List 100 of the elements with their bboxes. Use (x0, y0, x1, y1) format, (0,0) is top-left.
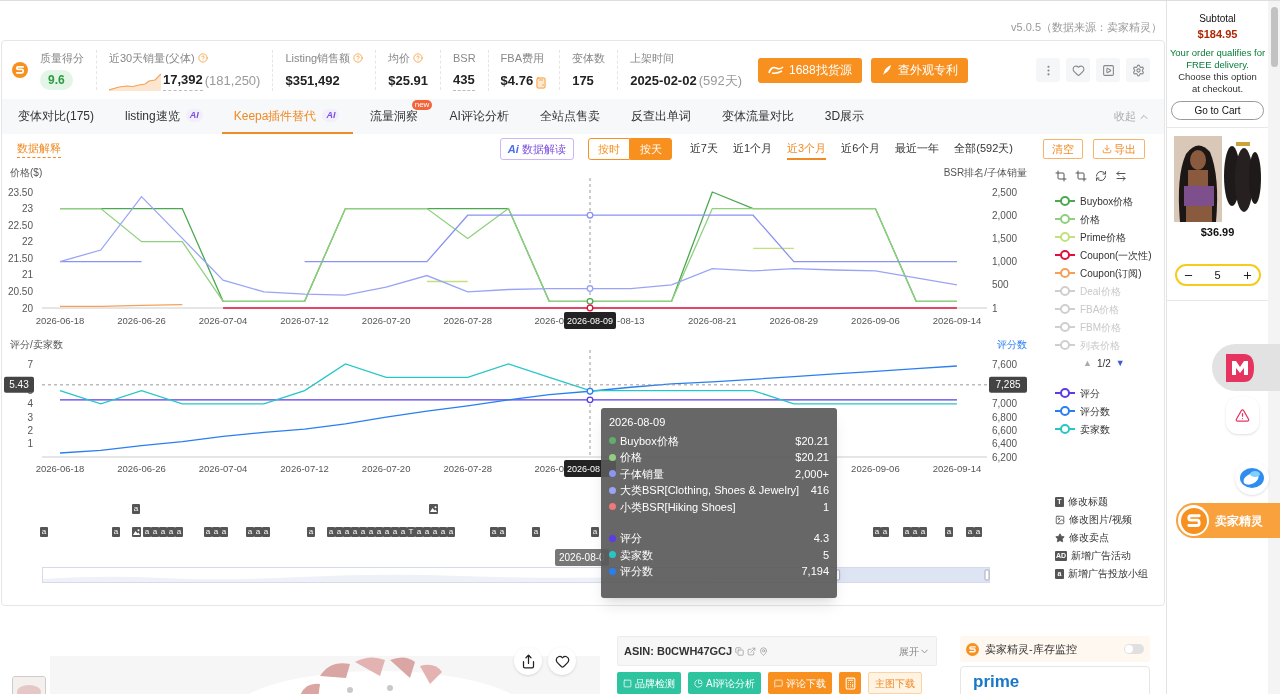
axis-pointer-label: 7,285 (989, 376, 1027, 393)
axis-tick-label: 1 (992, 302, 998, 314)
ai-badge: AI (322, 108, 340, 123)
axis-tick-label: 2026-07-04 (198, 315, 248, 326)
free-delivery-note: Your order qualifies for FREE delivery. (1168, 46, 1267, 71)
quantity-value: 5 (1214, 267, 1221, 283)
axis-tick-label: 3 (27, 411, 33, 423)
axis-title: 价格($) (10, 167, 43, 178)
metric-value: 175 (572, 71, 594, 90)
axis-tick-label: 6,400 (992, 438, 1018, 450)
metric-label: Listing销售额 (285, 51, 351, 66)
axis-tick-label: 2026-06-26 (117, 463, 166, 474)
axis-title: BSR排名/子体销量 (943, 167, 1027, 178)
axis-tick-label: 2026-09-14 (932, 315, 982, 326)
tooltip-label: 评分数 (620, 564, 653, 579)
metric-value: 17,392 (163, 70, 203, 91)
monitor-title: 卖家精灵-库存监控 (985, 641, 1077, 657)
axis-tick-label: 21 (21, 269, 33, 281)
metric-label: 上架时间 (630, 51, 675, 66)
prime-logo: prime (973, 672, 1020, 691)
tooltip-value: 416 (810, 483, 829, 498)
axis-tick-label: 20 (21, 302, 33, 314)
event-type-label: 修改图片/视频 (1069, 513, 1132, 527)
tooltip-value: 7,194 (801, 564, 829, 579)
axis-tick-label: -08-13 (617, 315, 645, 326)
axis-tick-label: 2026-08-21 (688, 315, 737, 326)
axis-tick-label: 22.50 (7, 219, 33, 231)
tooltip-value: 2,000+ (795, 466, 829, 482)
tooltip-label: 大类BSR[Clothing, Shoes & Jewelry] (620, 483, 800, 498)
metric-value: $351,492 (285, 71, 340, 90)
tooltip-label: 卖家数 (620, 547, 653, 563)
axis-tick-label: 6,600 (992, 424, 1018, 436)
new-badge: new (411, 100, 433, 110)
axis-tick-label: 4 (27, 398, 33, 410)
axis-tick-label: 2026-07-04 (198, 463, 248, 474)
metric-value: $25.91 (388, 71, 428, 90)
axis-tick-label: 1,000 (992, 256, 1018, 268)
event-type-label: 修改卖点 (1069, 531, 1109, 545)
axis-tick-label: 7,000 (992, 398, 1018, 410)
axis-tick-label: 2 (27, 424, 33, 436)
metric-label: 质量得分 (40, 50, 84, 66)
tooltip-value: 4.3 (813, 531, 829, 546)
metric-value: $4.76 (500, 71, 534, 90)
axis-tick-label: 2026-09-06 (851, 463, 900, 474)
quality-score: 9.6 (40, 70, 73, 91)
product-price: $36.99 (1200, 224, 1235, 240)
axis-tick-label: 2026-08-29 (769, 315, 819, 326)
axis-tick-label: 2026-09-14 (932, 463, 982, 474)
axis-tick-label: 22 (21, 236, 33, 248)
axis-tick-label: 2026-07-12 (280, 315, 329, 326)
checkout-hint: Choose this option at checkout. (1177, 70, 1258, 95)
axis-tick-label: 20.50 (7, 285, 33, 297)
axis-tick-label: 6,200 (992, 451, 1018, 463)
metric-label: 变体数 (572, 51, 606, 66)
tooltip-label: 子体销量 (620, 466, 664, 482)
tooltip-value: $20.21 (795, 433, 829, 449)
crosshair-date-label: 2026-08-09 (564, 312, 616, 329)
axis-tick-label: 2026-07-20 (361, 315, 411, 326)
event-type-label: 新增广告活动 (1071, 549, 1132, 563)
tooltip-label: 价格 (620, 450, 642, 465)
axis-tick-label: 1 (27, 438, 33, 450)
tooltip-value: 1 (822, 499, 829, 515)
metric-label: 近30天销量(父体) (109, 50, 195, 66)
tooltip-label: 评分 (620, 531, 642, 546)
version-note: v5.0.5（数据来源：卖家精灵） (1011, 19, 1162, 35)
axis-tick-label: 23 (21, 203, 33, 215)
legend-page: 1/2 (1096, 357, 1111, 371)
axis-tick-label: 2026-07-12 (280, 463, 329, 474)
axis-tick-label: 2026-07-28 (443, 315, 492, 326)
metric-label: FBA费用 (500, 51, 544, 66)
axis-tick-label: 2026-06-18 (35, 463, 85, 474)
axis-tick-label: 23.50 (7, 186, 33, 198)
axis-tick-label: 2026-07-28 (443, 463, 492, 474)
tooltip-value: $20.21 (795, 450, 829, 465)
metric-label: BSR (453, 50, 476, 66)
tooltip-value: 5 (822, 547, 829, 563)
axis-title: 评分数 (997, 339, 1027, 350)
axis-tick-label: 21.50 (7, 252, 33, 264)
axis-tick-label: 2,000 (992, 209, 1018, 221)
tooltip-label: Buybox价格 (620, 433, 679, 449)
metric-sub-value: (592天) (698, 71, 742, 90)
axis-tick-label: 500 (992, 279, 1009, 291)
subtotal-value: $184.95 (1197, 27, 1238, 42)
axis-tick-label: 7 (27, 358, 33, 370)
axis-tick-label: 1,500 (992, 232, 1018, 244)
metric-label: 均价 (388, 51, 411, 66)
metric-sub-value: (181,250) (204, 72, 261, 90)
metric-value: 435 (453, 70, 475, 91)
axis-tick-label: 7,600 (992, 358, 1018, 370)
axis-tick-label: 6,800 (992, 411, 1018, 423)
axis-tick-label: 2026-09-06 (851, 315, 900, 326)
event-type-label: 修改标题 (1068, 495, 1108, 509)
subtotal-label: Subtotal (1199, 12, 1236, 26)
axis-tick-label: 2026-0 (534, 463, 565, 474)
axis-tick-label: 2026-07-20 (361, 463, 411, 474)
axis-tick-label: 2026-06-18 (35, 315, 85, 326)
seller-sprite-label: 卖家精灵 (1215, 512, 1263, 530)
metric-value: 2025-02-02 (630, 71, 697, 90)
event-type-label: 新增广告投放小组 (1068, 567, 1148, 581)
axis-tick-label: 2026-06-26 (117, 315, 166, 326)
